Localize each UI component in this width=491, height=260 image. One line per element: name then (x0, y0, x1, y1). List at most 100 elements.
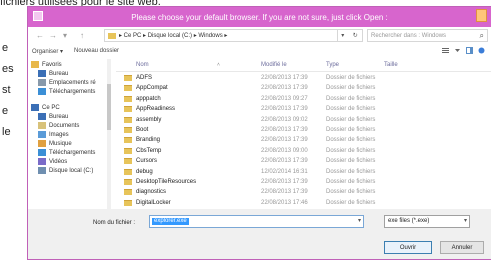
file-date: 22/08/2013 17:39 (261, 75, 308, 81)
nav-item-label: Images (49, 131, 69, 138)
organize-menu[interactable]: Organiser ▾ (32, 48, 63, 55)
desktop-icon (38, 70, 46, 77)
list-item[interactable]: apppatch 22/08/2013 09:27 Dossier de fichi… (116, 95, 491, 104)
documents-icon (38, 122, 46, 129)
browser-choice-dialog: Please choose your default browser. If y… (27, 6, 491, 260)
file-type: Dossier de fichiers (326, 116, 376, 123)
list-item[interactable]: AppCompat 22/08/2013 17:39 Dossier de fich… (116, 84, 491, 93)
file-type: Dossier de fichiers (326, 189, 376, 196)
folder-icon (124, 179, 132, 185)
forward-arrow-icon[interactable]: → (49, 31, 57, 41)
nav-item-label: Bureau (49, 70, 69, 77)
nav-item-label: Emplacements ré (49, 79, 96, 86)
open-button[interactable]: Ouvrir (384, 241, 432, 254)
filename-label: Nom du fichier : (93, 220, 136, 226)
list-item[interactable]: ADFS 22/08/2013 17:39 Dossier de fichiers (116, 74, 491, 83)
background-side-line: le (2, 126, 11, 138)
view-dropdown-icon[interactable] (454, 47, 461, 54)
list-item[interactable]: assembly 22/08/2013 09:02 Dossier de fichi… (116, 116, 491, 125)
file-name: Branding (136, 137, 161, 144)
preview-pane-icon[interactable] (466, 47, 473, 54)
list-item[interactable]: Cursors 22/08/2013 17:39 Dossier de fichie… (116, 157, 491, 166)
dialog-body: Favoris Bureau Emplacements ré Téléchargeme… (28, 59, 491, 209)
help-icon[interactable] (478, 47, 485, 54)
column-date[interactable]: Modifié le (261, 62, 287, 68)
list-item[interactable]: debug 12/02/2014 16:31 Dossier de fichiers (116, 168, 491, 177)
file-date: 22/08/2013 17:39 (261, 85, 308, 92)
filename-dropdown-icon[interactable]: ▾ (358, 217, 361, 224)
nav-item[interactable]: Images (38, 131, 69, 138)
desktop-icon (38, 113, 46, 120)
close-button[interactable] (476, 9, 487, 22)
search-placeholder: Rechercher dans : Windows (371, 32, 447, 39)
up-arrow-icon[interactable]: ↑ (80, 31, 84, 41)
nav-item[interactable]: Emplacements ré (38, 79, 96, 86)
file-date: 22/08/2013 17:46 (261, 199, 308, 206)
search-input[interactable]: Rechercher dans : Windows ⌕ (367, 29, 488, 42)
dialog-title: Please choose your default browser. If y… (131, 12, 388, 22)
history-dropdown-icon[interactable]: ▾ (341, 32, 344, 39)
file-type: Dossier de fichiers (326, 75, 376, 81)
list-item[interactable]: DesktopTileResources 22/08/2013 17:39 Doss… (116, 178, 491, 187)
nav-item[interactable]: Téléchargements (38, 149, 95, 156)
filetype-dropdown-icon: ▾ (463, 218, 467, 224)
view-controls (442, 47, 485, 54)
background-side-line: st (2, 84, 11, 96)
nav-item-label: Documents (49, 122, 80, 129)
file-type: Dossier de fichiers (326, 106, 376, 113)
list-item[interactable]: CbsTemp 22/08/2013 09:00 Dossier de fichie… (116, 147, 491, 156)
address-bar[interactable]: ▸ Ce PC ▸ Disque local (C:) ▸ Windows ▸ (104, 29, 338, 42)
recent-places-icon (38, 79, 46, 86)
filetype-select[interactable]: exe files (*.exe) ▾ (384, 215, 470, 228)
nav-item[interactable]: Vidéos (38, 158, 67, 165)
search-icon: ⌕ (479, 31, 484, 40)
nav-scrollbar[interactable] (107, 59, 111, 209)
column-type[interactable]: Type (326, 62, 339, 68)
back-arrow-icon[interactable]: ← (36, 31, 44, 41)
column-size[interactable]: Taille (384, 62, 398, 68)
nav-item-label: Favoris (42, 61, 62, 68)
file-name: AppReadiness (136, 106, 176, 113)
file-date: 22/08/2013 09:00 (261, 147, 308, 154)
list-item[interactable]: diagnostics 22/08/2013 17:39 Dossier de fi… (116, 188, 491, 197)
nav-item[interactable]: Téléchargements (38, 88, 95, 95)
folder-icon (124, 106, 132, 113)
new-folder-button[interactable]: Nouveau dossier (74, 48, 119, 54)
nav-item[interactable]: Disque local (C:) (38, 167, 93, 174)
view-options-icon[interactable] (442, 47, 449, 54)
nav-item[interactable]: Bureau (38, 70, 68, 77)
list-header: Nom ˄ Modifié le Type Taille (116, 59, 491, 72)
list-item[interactable]: DigitalLocker 22/08/2013 17:46 Dossier de … (116, 199, 491, 208)
file-name: DesktopTileResources (136, 179, 197, 185)
nav-item[interactable]: Bureau (38, 113, 68, 120)
file-name: ADFS (136, 75, 153, 81)
images-icon (38, 131, 46, 138)
address-row: ← → ▾ ↑ ▸ Ce PC ▸ Disque local (C:) ▸ Wi… (28, 27, 491, 45)
column-name[interactable]: Nom (136, 62, 149, 68)
list-item[interactable]: Branding 22/08/2013 17:39 Dossier de fichi… (116, 136, 491, 145)
dialog-titlebar: Please choose your default browser. If y… (28, 7, 491, 27)
cancel-button[interactable]: Annuler (440, 241, 484, 254)
list-item[interactable]: Boot 22/08/2013 17:39 Dossier de fichiers (116, 126, 491, 135)
file-date: 22/08/2013 17:39 (261, 106, 308, 113)
refresh-icon[interactable]: ↻ (353, 32, 358, 39)
filename-input[interactable]: explorer.exe ▾ (149, 215, 364, 228)
app-icon (33, 11, 43, 21)
dialog-footer: Nom du fichier : explorer.exe ▾ exe file… (28, 209, 491, 259)
file-list: Nom ˄ Modifié le Type Taille ADFS 22/08/2… (116, 59, 491, 209)
file-name: Boot (136, 127, 149, 133)
nav-item[interactable]: Documents (38, 122, 79, 129)
nav-item[interactable]: Favoris (31, 61, 62, 68)
background-side-line: es (2, 63, 14, 75)
nav-item-label: Ce PC (42, 104, 60, 111)
file-date: 22/08/2013 17:39 (261, 158, 308, 165)
recent-dropdown-icon[interactable]: ▾ (63, 31, 67, 41)
videos-icon (38, 158, 46, 165)
file-type: Dossier de fichiers (326, 137, 376, 144)
file-name: diagnostics (136, 189, 167, 196)
list-item[interactable]: AppReadiness 22/08/2013 17:39 Dossier de f… (116, 105, 491, 114)
nav-item[interactable]: Ce PC (31, 104, 60, 111)
nav-item[interactable]: Musique (38, 140, 72, 147)
file-name: apppatch (136, 95, 161, 102)
nav-scroll-thumb[interactable] (107, 84, 111, 130)
